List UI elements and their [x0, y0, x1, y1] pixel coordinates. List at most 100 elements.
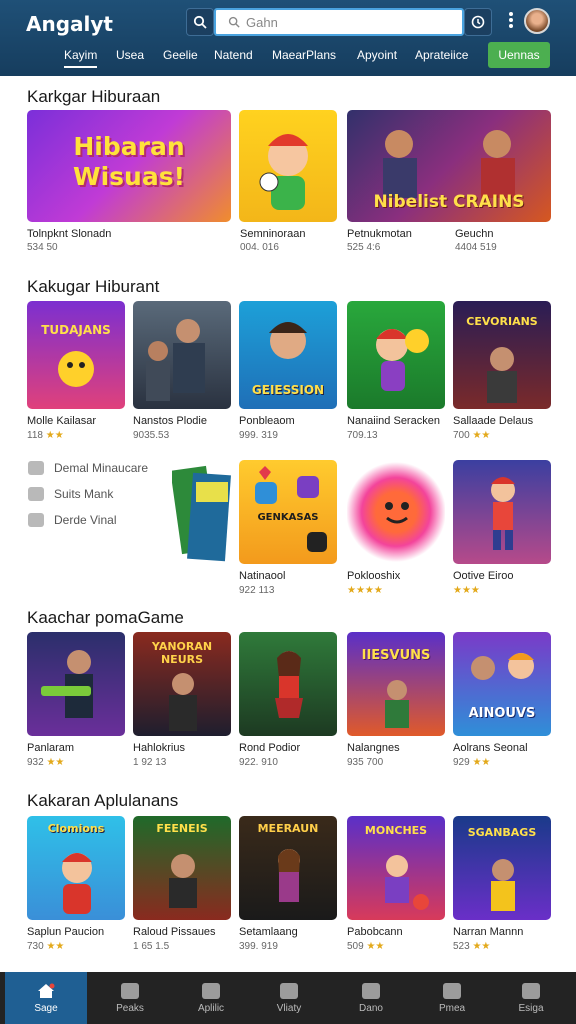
card-meta: 509 ★★ — [347, 941, 385, 952]
section-title-1: Karkgar Hiburaan — [27, 87, 161, 106]
search-icon[interactable] — [186, 8, 214, 36]
tab-5[interactable]: Dano — [330, 972, 412, 1024]
game-card-2-2[interactable] — [133, 301, 231, 409]
floating-cards-art — [172, 465, 231, 562]
card-label: Panlaram — [27, 742, 75, 754]
card-meta: 709.13 — [347, 430, 378, 441]
card-art-title: Hibaran Wisuas! — [73, 132, 185, 191]
home-icon — [28, 461, 44, 475]
game-card-5-4[interactable]: MONCHES — [347, 816, 445, 920]
game-card-4-2[interactable]: YANORAN NEURS — [133, 632, 231, 736]
card-art-title: Nibelist CRAINS — [373, 192, 525, 212]
search-input[interactable]: Gahn — [214, 8, 464, 36]
section-title-4: Kakaran Aplulanans — [27, 791, 179, 810]
card-label: Petnukmotan — [347, 228, 412, 240]
card-label: Aolrans Seonal — [453, 742, 528, 754]
card-label: Tolnpknt Slonadn — [27, 228, 112, 240]
tab-6[interactable]: Pmea — [411, 972, 493, 1024]
card-meta: 929 ★★ — [453, 757, 491, 768]
game-card-4-5[interactable]: AINOUVS — [453, 632, 551, 736]
card-art-title: AINOUVS — [468, 706, 536, 721]
card-meta: 1 92 13 — [133, 757, 167, 768]
app-logo[interactable]: Angalyt — [26, 12, 113, 36]
side-menu-item-3[interactable]: Derde Vinal — [28, 513, 116, 527]
card-label: Hahlokrius — [133, 742, 185, 754]
gamepad-icon — [362, 982, 380, 999]
nav-item-1[interactable]: Usea — [116, 48, 144, 62]
card-meta: 523 ★★ — [453, 941, 491, 952]
nav-item-5[interactable]: Apyoint — [357, 48, 397, 62]
game-card-1-1[interactable]: Hibaran Wisuas! — [27, 110, 231, 222]
game-card-3-1[interactable]: GENKASAS — [239, 460, 337, 564]
section-title-2: Kakugar Hiburant — [27, 277, 160, 296]
card-label: Setamlaang — [239, 926, 298, 938]
card-label: Rond Podior — [239, 742, 301, 754]
card-label: Geuchn — [455, 228, 494, 240]
card-label: Pabobcann — [347, 926, 403, 938]
card-meta: ★★★★ — [347, 585, 383, 596]
side-menu-item-1[interactable]: Demal Minaucare — [28, 461, 148, 475]
card-label: Saplun Paucion — [27, 926, 105, 938]
clock-icon[interactable] — [464, 8, 492, 36]
side-menu-item-2[interactable]: Suits Mank — [28, 487, 113, 501]
person-icon — [443, 982, 461, 999]
more-menu-icon[interactable] — [506, 10, 516, 34]
nav-item-0[interactable]: Kayim — [64, 48, 98, 68]
card-label: Ponbleaom — [239, 415, 295, 427]
nav-item-2[interactable]: Geelie — [163, 48, 198, 62]
game-card-4-4[interactable]: IIESVUNS — [347, 632, 445, 736]
tab-2[interactable]: Peaks — [89, 972, 171, 1024]
game-card-2-4[interactable] — [347, 301, 445, 409]
game-card-4-1[interactable] — [27, 632, 125, 736]
game-card-3-3[interactable] — [453, 460, 551, 564]
game-card-5-5[interactable]: SGANBAGS — [453, 816, 551, 920]
avatar[interactable] — [524, 8, 550, 34]
card-meta: 4404 519 — [455, 242, 497, 253]
card-meta: 1 65 1.5 — [133, 941, 170, 952]
tab-7[interactable]: Esiga — [490, 972, 572, 1024]
game-card-1-3[interactable]: Nibelist CRAINS — [347, 110, 551, 222]
card-meta: 534 50 — [27, 242, 58, 253]
chart-icon — [121, 982, 139, 999]
profile-icon — [522, 982, 540, 999]
card-meta: 932 ★★ — [27, 757, 65, 768]
nav-item-3[interactable]: Natend — [214, 48, 253, 62]
card-meta: 399. 919 — [239, 941, 278, 952]
card-meta: 730 ★★ — [27, 941, 65, 952]
game-card-5-2[interactable]: FEENEIS — [133, 816, 231, 920]
card-label: Nanaiind Seracken — [347, 415, 440, 427]
tab-3[interactable]: Aplilic — [170, 972, 252, 1024]
card-meta: 9035.53 — [133, 430, 170, 441]
search-placeholder: Gahn — [246, 14, 278, 30]
card-label: Narran Mannn — [453, 926, 524, 938]
card-meta: 700 ★★ — [453, 430, 491, 441]
primary-nav-button[interactable]: Uennas — [488, 42, 550, 68]
top-nav: Kayim Usea Geelie Natend MaearPlans Apyo… — [0, 42, 576, 72]
folder-icon — [28, 487, 44, 501]
game-card-2-5[interactable]: CEVORIANS — [453, 301, 551, 409]
bottom-tab-bar: Sage Peaks Aplilic Vliaty Dano Pmea Esig… — [0, 972, 576, 1024]
section-title-3: Kaachar pomaGame — [27, 608, 184, 627]
nav-item-6[interactable]: Aprateiice — [415, 48, 468, 62]
card-label: Nalangnes — [347, 742, 400, 754]
card-label: Semninoraan — [240, 228, 306, 240]
card-label: Molle Kailasar — [27, 415, 97, 427]
app-header: Angalyt Gahn Kayim Usea Geelie Natend Ma… — [0, 0, 576, 76]
card-meta: 922 113 — [239, 585, 275, 596]
game-card-1-2[interactable] — [239, 110, 337, 222]
tab-home[interactable]: Sage — [5, 972, 87, 1024]
nav-item-4[interactable]: MaearPlans — [272, 48, 336, 62]
card-meta: 004. 016 — [240, 242, 279, 253]
game-card-5-3[interactable]: MEERAUN — [239, 816, 337, 920]
card-meta: 525 4:6 — [347, 242, 381, 253]
game-card-4-3[interactable] — [239, 632, 337, 736]
home-icon — [38, 983, 55, 998]
tab-4[interactable]: Vliaty — [248, 972, 330, 1024]
game-card-3-2[interactable] — [347, 460, 445, 564]
game-card-2-1[interactable]: TUDAJANS — [27, 301, 125, 409]
card-label: Natinaool — [239, 570, 286, 582]
game-card-2-3[interactable]: GEIESSION — [239, 301, 337, 409]
card-art-title: GENKASAS — [257, 512, 319, 523]
card-label: Poklooshix — [347, 570, 401, 582]
game-card-5-1[interactable]: Clomions — [27, 816, 125, 920]
